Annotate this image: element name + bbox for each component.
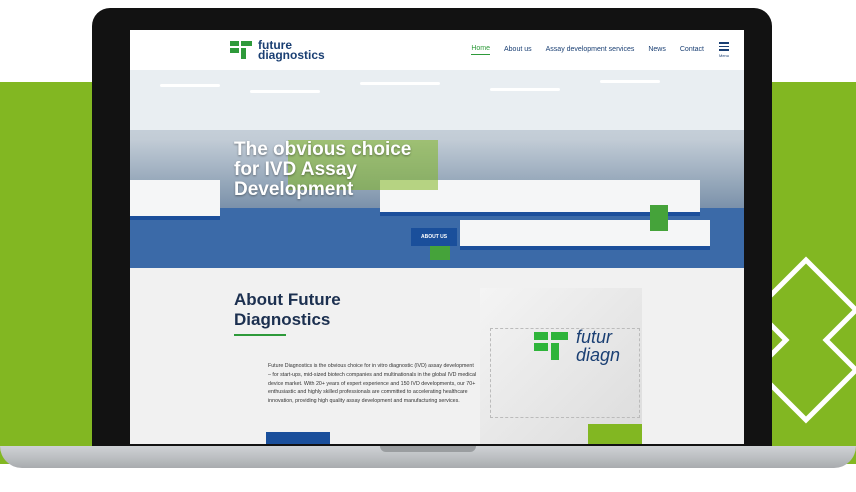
lab-ceiling — [130, 70, 744, 130]
about-title: About Future Diagnostics — [234, 290, 341, 329]
ceiling-light — [250, 90, 320, 93]
hero-section: The obvious choice for IVD Assay Develop… — [130, 70, 744, 268]
embroidered-brand-line1: futur — [576, 327, 613, 347]
embroidered-logo-mark-icon — [534, 332, 568, 360]
lab-drawer — [650, 205, 668, 231]
ceiling-light — [600, 80, 660, 83]
lab-bench — [460, 220, 710, 250]
nav-assay-development-services[interactable]: Assay development services — [546, 46, 635, 55]
embroidered-brand-text: futur diagn — [576, 328, 620, 364]
ceiling-light — [360, 82, 440, 85]
about-body: Future Diagnostics is the obvious choice… — [268, 363, 477, 405]
ceiling-light — [490, 88, 560, 91]
marketing-stage: future diagnostics Home About us Assay d… — [0, 0, 856, 492]
nav-news[interactable]: News — [648, 46, 666, 55]
laptop-base-notch — [380, 446, 476, 452]
hamburger-menu-icon[interactable]: Menu — [718, 42, 730, 58]
lab-bench — [130, 180, 220, 220]
logo-mark-icon — [230, 41, 252, 59]
embroidered-brand-line2: diagn — [576, 345, 621, 365]
site-header: future diagnostics Home About us Assay d… — [130, 30, 744, 70]
about-title-underline — [234, 334, 286, 336]
main-nav: Home About us Assay development services… — [471, 42, 730, 58]
about-us-button[interactable]: ABOUT US — [411, 228, 458, 246]
green-corner-accent — [588, 424, 642, 444]
nav-home[interactable]: Home — [471, 45, 490, 55]
lab-coat-logo-image: futur diagn — [480, 288, 642, 444]
about-section: About Future Diagnostics Future Diagnost… — [130, 268, 744, 444]
site-logo[interactable]: future diagnostics — [230, 39, 325, 62]
nav-contact[interactable]: Contact — [680, 46, 704, 55]
laptop-screen: future diagnostics Home About us Assay d… — [130, 30, 744, 444]
hero-title: The obvious choice for IVD Assay Develop… — [234, 139, 412, 200]
nav-about-us[interactable]: About us — [504, 46, 532, 55]
logo-line2: diagnostics — [258, 48, 325, 62]
ceiling-light — [160, 84, 220, 87]
menu-label: Menu — [718, 52, 729, 58]
about-read-more-button[interactable] — [266, 432, 330, 444]
